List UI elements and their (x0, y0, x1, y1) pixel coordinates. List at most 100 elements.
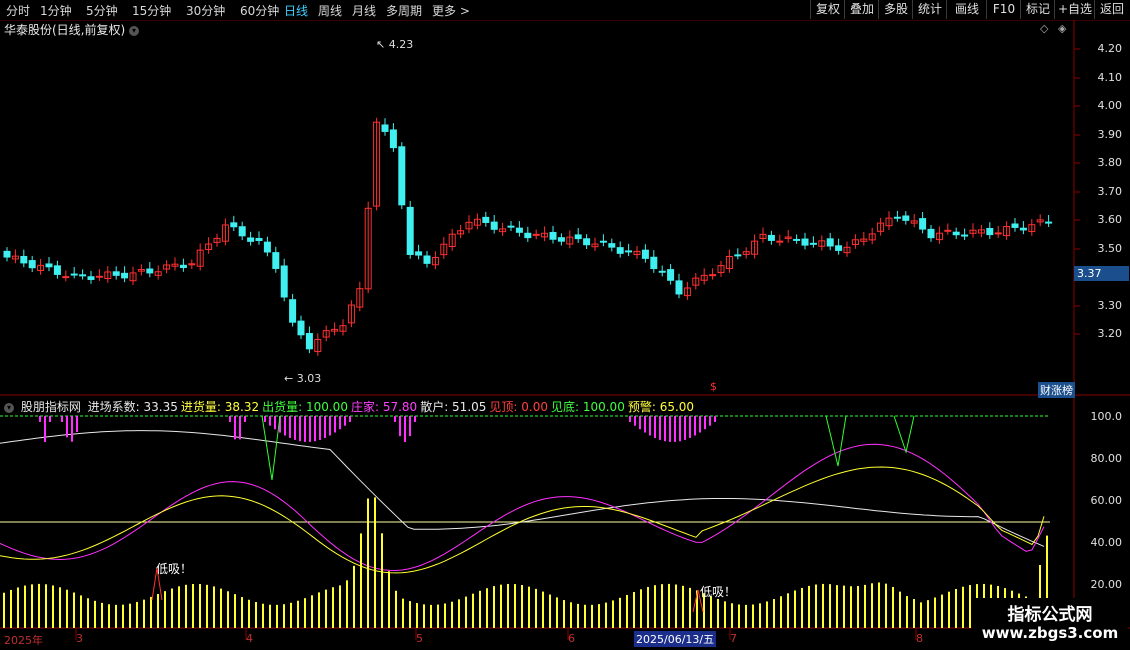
candle-body (734, 254, 742, 257)
high-price-value: 4.23 (388, 38, 414, 51)
candle-body (599, 240, 607, 243)
candle-body (1045, 221, 1053, 224)
candle-body (776, 240, 784, 243)
sanhu-line (0, 430, 1045, 547)
candle-body (62, 276, 70, 279)
candle-body (927, 228, 935, 239)
indicator-tick: 100.0 (1090, 410, 1123, 423)
candle-body (53, 265, 61, 275)
watermark: 指标公式网 www.zbgs3.com (972, 598, 1128, 650)
candle-body (532, 233, 540, 236)
candle-body (28, 260, 36, 269)
indicator-field-5: 见顶: 0.00 (489, 400, 548, 414)
low-buy-label-1: 低吸！ (156, 562, 193, 576)
price-tick: 4.10 (1097, 70, 1123, 84)
indicator-tick: 80.00 (1090, 452, 1123, 465)
candle-body (944, 229, 952, 232)
candle-body (524, 232, 532, 239)
chevron-down-icon[interactable]: ▾ (4, 402, 14, 413)
low-price-label: ← 3.03 (284, 372, 322, 385)
indicator-field-4: 散户: 51.05 (420, 400, 487, 414)
indicator-field-0: 进场系数: 33.35 (87, 400, 178, 414)
yujing-line (0, 466, 1045, 574)
indicator-field-2: 出货量: 100.00 (262, 400, 348, 414)
candle-body (255, 238, 263, 242)
candle-body (79, 274, 87, 277)
candle-body (406, 206, 414, 255)
candle-body (515, 227, 523, 233)
price-tick: 3.90 (1097, 127, 1123, 141)
candle-body (415, 251, 423, 256)
indicator-tick: 40.00 (1090, 536, 1123, 549)
candle-body (952, 231, 960, 236)
candle-body (45, 263, 53, 268)
candle-body (280, 265, 288, 298)
indicator-name[interactable]: 股朋指标网 (21, 400, 81, 414)
candle-body (893, 216, 901, 219)
candle-body (1011, 223, 1019, 228)
indicator-fields: 进场系数: 33.35 进货量: 38.32 出货量: 100.00 庄家: 57.8… (88, 400, 697, 414)
chart-canvas[interactable] (0, 0, 1130, 650)
dollar-marker[interactable]: $ (710, 380, 717, 393)
candle-body (1019, 227, 1027, 231)
current-price-box: 3.37 (1074, 266, 1129, 281)
candle-body (263, 241, 271, 253)
candle-body (835, 245, 843, 251)
low-price-value: 3.03 (296, 372, 322, 385)
candle-body (297, 320, 305, 336)
candle-body (826, 238, 834, 247)
candle-body (490, 221, 498, 230)
green-spike (893, 415, 915, 454)
candle-body (650, 256, 658, 270)
candle-body (112, 271, 120, 276)
candle-body (641, 249, 649, 259)
candle-body (608, 243, 616, 248)
candle-body (95, 275, 103, 278)
candle-body (616, 247, 624, 254)
candle-body (230, 222, 238, 228)
candle-body (247, 237, 255, 242)
candle-body (986, 228, 994, 236)
price-tick: 3.70 (1097, 184, 1123, 198)
caizhangbang-badge[interactable]: 财涨榜 (1038, 382, 1075, 398)
candle-body (557, 237, 565, 242)
date-label: 5 (416, 632, 423, 645)
green-spike (825, 415, 847, 467)
candle-body (767, 234, 775, 241)
candle-body (574, 234, 582, 240)
candle-body (709, 274, 717, 277)
price-tick: 4.20 (1097, 42, 1123, 55)
candle-body (549, 231, 557, 240)
price-tick: 3.50 (1097, 241, 1123, 255)
candle-body (625, 250, 633, 253)
candle-body (583, 238, 591, 246)
indicator-field-6: 见底: 100.00 (550, 400, 625, 414)
candle-body (809, 242, 817, 245)
candle-body (272, 252, 280, 269)
indicator-legend: ▾ 股朋指标网 进场系数: 33.35 进货量: 38.32 出货量: 100.00… (4, 398, 700, 415)
indicator-field-7: 预警: 65.00 (627, 400, 695, 414)
candle-body (179, 264, 187, 268)
candle-body (87, 276, 95, 280)
candle-body (675, 280, 683, 295)
candle-body (238, 226, 246, 237)
candle-body (381, 124, 389, 132)
price-tick: 3.20 (1097, 327, 1123, 340)
candle-body (146, 268, 154, 274)
date-label: 7 (730, 632, 737, 645)
candle-body (482, 216, 490, 223)
high-price-label: ↖ 4.23 (376, 38, 414, 51)
indicator-tick: 20.00 (1090, 578, 1123, 591)
candle-body (919, 218, 927, 230)
candle-body (289, 299, 297, 323)
candle-body (3, 250, 11, 258)
date-label: 6 (568, 632, 575, 645)
date-highlight: 2025/06/13/五 (634, 631, 717, 647)
candle-body (423, 255, 431, 264)
candle-body (793, 238, 801, 241)
candle-body (667, 269, 675, 281)
date-label: 4 (246, 632, 253, 645)
date-label: 2025年 (4, 634, 43, 647)
candle-body (801, 238, 809, 246)
price-tick: 3.60 (1097, 213, 1123, 226)
